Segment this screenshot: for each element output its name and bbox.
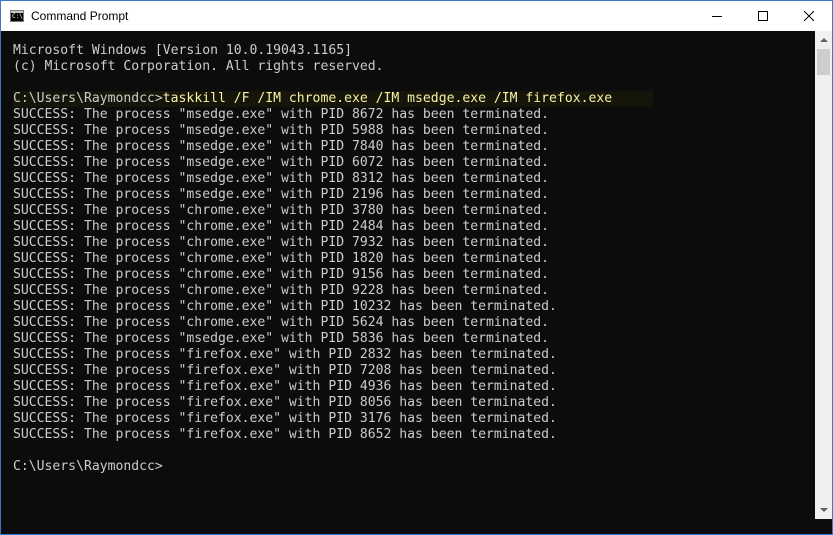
- console-line: SUCCESS: The process "chrome.exe" with P…: [13, 219, 550, 234]
- console-line: SUCCESS: The process "firefox.exe" with …: [13, 363, 557, 378]
- vertical-scrollbar[interactable]: [815, 31, 832, 519]
- console-line: SUCCESS: The process "msedge.exe" with P…: [13, 107, 550, 122]
- minimize-button[interactable]: [694, 1, 740, 31]
- minimize-icon: [712, 16, 722, 17]
- console-line: SUCCESS: The process "firefox.exe" with …: [13, 347, 557, 362]
- title-bar[interactable]: C:\. Command Prompt: [1, 1, 832, 31]
- scroll-thumb[interactable]: [817, 49, 830, 75]
- console-line: SUCCESS: The process "chrome.exe" with P…: [13, 283, 550, 298]
- console-line: SUCCESS: The process "firefox.exe" with …: [13, 427, 557, 442]
- console-line: SUCCESS: The process "msedge.exe" with P…: [13, 331, 550, 346]
- console-line: SUCCESS: The process "firefox.exe" with …: [13, 379, 557, 394]
- console-line: SUCCESS: The process "chrome.exe" with P…: [13, 251, 550, 266]
- scroll-up-button[interactable]: [815, 31, 832, 48]
- cmd-icon-glyph: C:\.: [12, 13, 27, 20]
- console-line: Microsoft Windows [Version 10.0.19043.11…: [13, 43, 352, 58]
- chevron-up-icon: [819, 38, 828, 42]
- console-line: SUCCESS: The process "chrome.exe" with P…: [13, 203, 550, 218]
- console-line: SUCCESS: The process "msedge.exe" with P…: [13, 187, 550, 202]
- console-line: SUCCESS: The process "firefox.exe" with …: [13, 395, 557, 410]
- close-button[interactable]: [786, 1, 832, 31]
- console-line: SUCCESS: The process "chrome.exe" with P…: [13, 235, 550, 250]
- console-line: SUCCESS: The process "msedge.exe" with P…: [13, 123, 550, 138]
- console-line: SUCCESS: The process "chrome.exe" with P…: [13, 299, 557, 314]
- command-text: taskkill /F /IM chrome.exe /IM msedge.ex…: [162, 91, 613, 106]
- prompt: C:\Users\Raymondcc>: [13, 91, 163, 106]
- console-line: SUCCESS: The process "chrome.exe" with P…: [13, 267, 550, 282]
- maximize-button[interactable]: [740, 1, 786, 31]
- console-line: SUCCESS: The process "msedge.exe" with P…: [13, 171, 550, 186]
- command-line: C:\Users\Raymondcc>taskkill /F /IM chrom…: [13, 91, 653, 107]
- window-title: Command Prompt: [31, 9, 129, 23]
- cmd-icon[interactable]: C:\.: [10, 10, 27, 22]
- console-line: C:\Users\Raymondcc>: [13, 459, 163, 474]
- console-line: (c) Microsoft Corporation. All rights re…: [13, 59, 384, 74]
- maximize-icon: [758, 11, 768, 21]
- window-controls: [694, 1, 832, 31]
- console-line: SUCCESS: The process "msedge.exe" with P…: [13, 155, 550, 170]
- console-line: SUCCESS: The process "firefox.exe" with …: [13, 411, 557, 426]
- close-icon: [804, 11, 814, 21]
- console-line: SUCCESS: The process "msedge.exe" with P…: [13, 139, 550, 154]
- command-prompt-window: C:\. Command Prompt Microsoft Windows [V…: [0, 0, 833, 535]
- console-output[interactable]: Microsoft Windows [Version 10.0.19043.11…: [1, 31, 816, 519]
- scroll-down-button[interactable]: [815, 502, 832, 519]
- console-line: SUCCESS: The process "chrome.exe" with P…: [13, 315, 550, 330]
- chevron-down-icon: [819, 508, 828, 512]
